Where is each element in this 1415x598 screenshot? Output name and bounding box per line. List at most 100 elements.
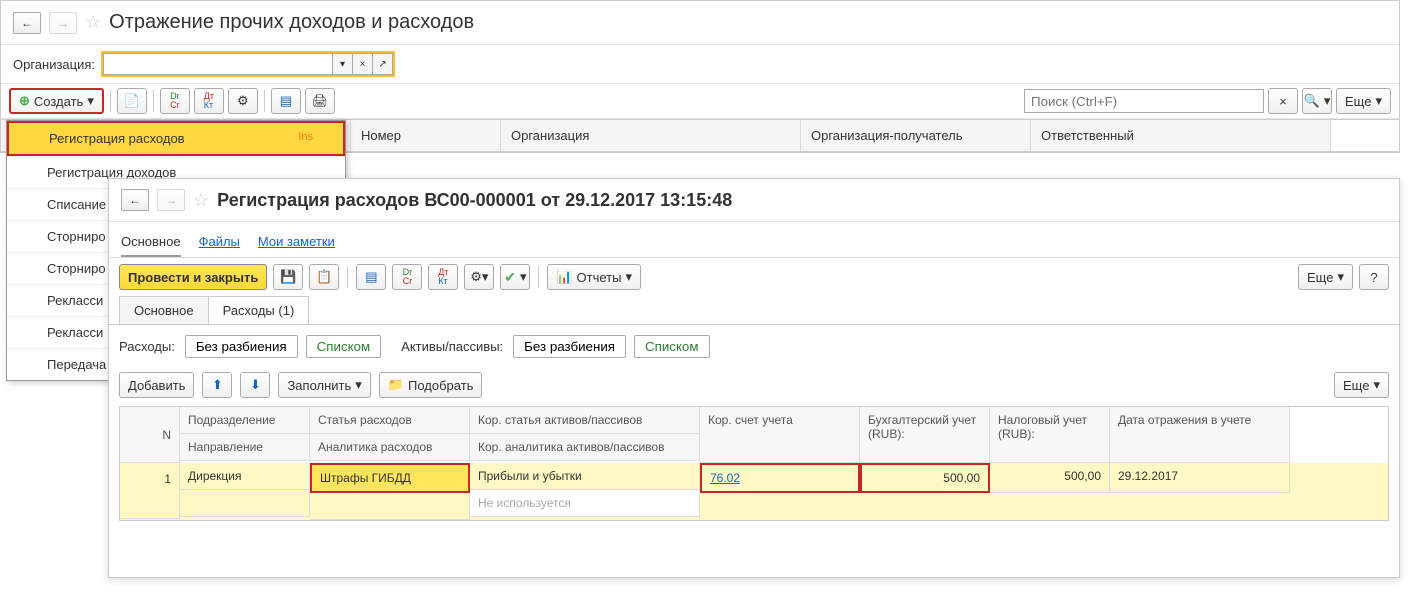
col-org-recv[interactable]: Организация-получатель: [801, 120, 1031, 151]
cell-dir[interactable]: [180, 490, 310, 517]
settings-button[interactable]: ⚙: [228, 88, 258, 114]
add-row-button[interactable]: Добавить: [119, 372, 194, 398]
front-dtkt-button[interactable]: ДтКт: [428, 264, 458, 290]
disk-icon: 💾: [280, 269, 296, 285]
hdr-date[interactable]: Дата отражения в учете: [1110, 407, 1290, 463]
approve-button[interactable]: ✔▾: [500, 264, 530, 290]
cell-tax[interactable]: 500,00: [990, 463, 1110, 493]
list-icon: ▤: [365, 269, 377, 285]
search-button[interactable]: 🔍▾: [1302, 88, 1332, 114]
hdr-anal[interactable]: Аналитика расходов: [310, 434, 470, 461]
post-icon: 📋: [316, 269, 332, 285]
post-button[interactable]: 📋: [309, 264, 339, 290]
cell-unused[interactable]: Не используется: [470, 490, 700, 517]
favorite-icon[interactable]: ☆: [85, 12, 101, 33]
chart-icon: 📊: [556, 269, 572, 285]
search-input[interactable]: [1024, 89, 1264, 113]
dtkt-icon: ДтКт: [438, 268, 448, 286]
save-button[interactable]: 💾: [273, 264, 303, 290]
menu-item-reg-expenses[interactable]: Регистрация расходов Ins: [7, 121, 345, 156]
hdr-acct[interactable]: Кор. счет учета: [700, 407, 860, 463]
folder-icon: 📁: [388, 377, 404, 393]
fill-button[interactable]: Заполнить ▾: [278, 372, 370, 398]
arrow-down-icon: ⬇: [250, 377, 261, 393]
cell-n[interactable]: 1: [120, 463, 180, 519]
hdr-n[interactable]: N: [120, 407, 180, 463]
move-down-button[interactable]: ⬇: [240, 372, 270, 398]
cell-buh[interactable]: 500,00: [860, 463, 990, 493]
drcr-icon: DrCr: [170, 92, 180, 110]
filter-aktivy-label: Активы/пассивы:: [401, 339, 503, 354]
print-button[interactable]: 🖨: [305, 88, 335, 114]
dtkt-button[interactable]: ДтКт: [194, 88, 224, 114]
cell-date[interactable]: 29.12.2017: [1110, 463, 1290, 493]
front-settings-button[interactable]: ⚙▾: [464, 264, 494, 290]
move-up-button[interactable]: ⬆: [202, 372, 232, 398]
cell-cor[interactable]: Прибыли и убытки: [470, 463, 700, 490]
aktivy-no-split-button[interactable]: Без разбиения: [513, 335, 626, 358]
search-clear-button[interactable]: ×: [1268, 88, 1298, 114]
gear-icon: ⚙▾: [470, 269, 488, 285]
front-title: Регистрация расходов ВС00-000001 от 29.1…: [217, 190, 732, 211]
cell-anal[interactable]: [310, 493, 470, 520]
col-number[interactable]: Номер: [351, 120, 501, 151]
grid-more-button[interactable]: Еще ▾: [1334, 372, 1389, 398]
hdr-buh[interactable]: Бухгалтерский учет (RUB):: [860, 407, 990, 463]
search-icon: 🔍: [1304, 93, 1320, 109]
nav-forward-button[interactable]: →: [49, 12, 77, 34]
plus-icon: ⊕: [19, 93, 30, 109]
col-org[interactable]: Организация: [501, 120, 801, 151]
rashody-no-split-button[interactable]: Без разбиения: [185, 335, 298, 358]
hdr-tax[interactable]: Налоговый учет (RUB):: [990, 407, 1110, 463]
create-button[interactable]: ⊕Создать▾: [9, 88, 104, 114]
reports-button[interactable]: 📊Отчеты ▾: [547, 264, 641, 290]
window-front: ← → ☆ Регистрация расходов ВС00-000001 о…: [108, 178, 1400, 578]
copy-button[interactable]: 📄: [117, 88, 147, 114]
hdr-cor-anal[interactable]: Кор. аналитика активов/пассивов: [470, 434, 700, 461]
org-open-button[interactable]: ↗: [373, 53, 393, 75]
check-icon: ✔: [504, 269, 516, 286]
list-button[interactable]: ▤: [271, 88, 301, 114]
arrow-up-icon: ⬆: [212, 377, 223, 393]
grid-row[interactable]: 1 Дирекция Штрафы ГИБДД Прибыли и убытки…: [120, 463, 1388, 520]
subtab-expenses[interactable]: Расходы (1): [208, 296, 310, 324]
hdr-stat[interactable]: Статья расходов: [310, 407, 470, 434]
pick-button[interactable]: 📁Подобрать: [379, 372, 483, 398]
front-nav-forward-button[interactable]: →: [157, 189, 185, 211]
post-and-close-button[interactable]: Провести и закрыть: [119, 264, 267, 290]
gear-icon: ⚙: [237, 93, 249, 109]
col-resp[interactable]: Ответственный: [1031, 120, 1331, 151]
tab-main[interactable]: Основное: [121, 230, 181, 257]
front-nav-back-button[interactable]: ←: [121, 189, 149, 211]
help-button[interactable]: ?: [1359, 264, 1389, 290]
hdr-dir[interactable]: Направление: [180, 434, 310, 461]
org-input-highlight: ▾ × ↗: [101, 51, 395, 77]
hdr-cor-stat[interactable]: Кор. статья активов/пассивов: [470, 407, 700, 434]
drcr-button[interactable]: DrCr: [160, 88, 190, 114]
cell-acct[interactable]: 76.02: [700, 463, 860, 493]
nav-back-button[interactable]: ←: [13, 12, 41, 34]
rashody-list-button[interactable]: Списком: [306, 335, 382, 358]
print-icon: 🖨: [312, 93, 329, 109]
page-title: Отражение прочих доходов и расходов: [109, 11, 474, 34]
more-button[interactable]: Еще ▾: [1336, 88, 1391, 114]
cell-dept[interactable]: Дирекция: [180, 463, 310, 490]
front-more-button[interactable]: Еще ▾: [1298, 264, 1353, 290]
org-input[interactable]: [103, 53, 333, 75]
tab-notes[interactable]: Мои заметки: [258, 230, 335, 257]
expenses-grid: N Подразделение Направление Статья расхо…: [119, 406, 1389, 521]
front-favorite-icon[interactable]: ☆: [193, 190, 209, 211]
cell-stat[interactable]: Штрафы ГИБДД: [310, 463, 470, 493]
subtab-main[interactable]: Основное: [119, 296, 209, 324]
org-clear-button[interactable]: ×: [353, 53, 373, 75]
tab-files[interactable]: Файлы: [199, 230, 240, 257]
org-dropdown-button[interactable]: ▾: [333, 53, 353, 75]
front-drcr-button[interactable]: DrCr: [392, 264, 422, 290]
aktivy-list-button[interactable]: Списком: [634, 335, 710, 358]
front-list-button[interactable]: ▤: [356, 264, 386, 290]
dtkt-icon: ДтКт: [204, 92, 214, 110]
org-label: Организация:: [13, 57, 95, 72]
filter-rashody-label: Расходы:: [119, 339, 175, 354]
drcr-icon: DrCr: [403, 268, 413, 286]
hdr-dept[interactable]: Подразделение: [180, 407, 310, 434]
